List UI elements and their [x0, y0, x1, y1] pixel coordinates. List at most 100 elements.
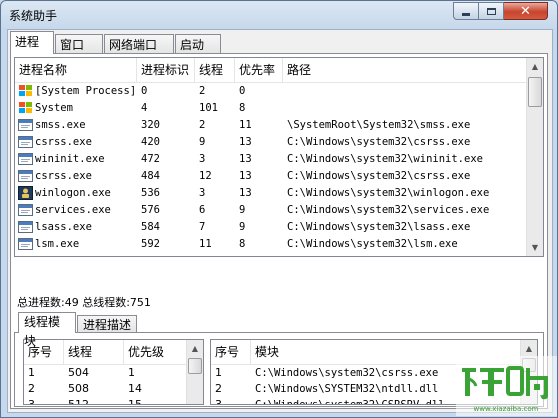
thread-id: 512	[68, 398, 89, 405]
process-name-cell: winlogon.exe	[15, 185, 137, 202]
process-priority: 11	[239, 119, 252, 131]
process-name: lsm.exe	[35, 238, 80, 250]
process-name: winlogon.exe	[35, 187, 111, 199]
watermark-url: www.xiazaiba.com	[474, 405, 539, 413]
process-list-header: 进程名称 进程标识 线程 优先率 路径	[15, 58, 527, 83]
process-path: \SystemRoot\System32\smss.exe	[287, 119, 471, 131]
window-process-icon	[18, 169, 33, 183]
scroll-down-arrow-icon[interactable]: ▼	[527, 239, 543, 256]
scroll-up-arrow-icon[interactable]: ▲	[527, 58, 543, 75]
table-row[interactable]: 2 508 14	[24, 381, 186, 397]
process-priority: 13	[239, 170, 252, 182]
process-name-cell: [System Process]	[15, 83, 137, 100]
column-header-name[interactable]: 进程名称	[15, 58, 137, 82]
thread-priority: 15	[128, 398, 142, 405]
table-row[interactable]: 1 504 1	[24, 365, 186, 381]
subtab-process-description[interactable]: 进程描述	[77, 315, 137, 333]
process-list[interactable]: 进程名称 进程标识 线程 优先率 路径 [System Process] 0 2 0 S…	[14, 57, 544, 257]
column-header-threads[interactable]: 线程	[195, 58, 235, 82]
window-process-icon	[18, 220, 33, 234]
thread-list[interactable]: 序号 线程 优先级 15041250814351215451613 ▲	[23, 339, 204, 405]
column-header-thread-priority[interactable]: 优先级	[124, 340, 187, 364]
maximize-button[interactable]	[479, 2, 504, 20]
tab-startup[interactable]: 启动	[175, 34, 221, 54]
process-name: wininit.exe	[35, 153, 105, 165]
process-pid: 584	[141, 221, 160, 233]
table-row[interactable]: lsass.exe 584 7 9 C:\Windows\system32\lsass.…	[15, 219, 527, 236]
table-row[interactable]: lsm.exe 592 11 8 C:\Windows\system32\lsm.exe	[15, 236, 527, 253]
process-pid: 4	[141, 102, 148, 114]
table-row[interactable]: System 4 101 8	[15, 100, 527, 117]
system-process-icon	[18, 101, 33, 115]
window-process-icon	[18, 135, 33, 149]
thread-priority: 14	[128, 382, 142, 395]
tab-network-ports[interactable]: 网络端口	[104, 34, 174, 54]
process-path: C:\Windows\system32\csrss.exe	[287, 136, 471, 148]
close-icon: ✕	[520, 3, 531, 19]
table-row-partial	[15, 253, 527, 256]
process-pid: 420	[141, 136, 160, 148]
process-name-cell: wininit.exe	[15, 151, 137, 168]
tab-processes[interactable]: 进程	[10, 31, 54, 54]
process-priority: 0	[239, 85, 246, 97]
process-threads: 12	[199, 170, 212, 182]
system-process-icon	[18, 84, 33, 98]
subtab-thread-modules[interactable]: 线程模块	[18, 312, 76, 348]
process-priority: 8	[239, 238, 246, 250]
table-row[interactable]: csrss.exe 420 9 13 C:\Windows\system32\csrss…	[15, 134, 527, 151]
process-priority: 13	[239, 136, 252, 148]
close-button[interactable]: ✕	[504, 2, 548, 20]
tab-windows[interactable]: 窗口	[55, 34, 103, 54]
process-name: [System Process]	[35, 85, 137, 97]
module-index: 2	[215, 382, 222, 395]
table-row[interactable]: csrss.exe 484 12 13 C:\Windows\system32\csrs…	[15, 168, 527, 185]
table-row[interactable]: [System Process] 0 2 0	[15, 83, 527, 100]
thread-id: 508	[68, 382, 89, 395]
minimize-icon	[462, 12, 470, 16]
process-name: System	[35, 102, 73, 114]
window-process-icon	[18, 152, 33, 166]
column-header-thread[interactable]: 线程	[64, 340, 124, 364]
process-name-cell: csrss.exe	[15, 134, 137, 151]
column-header-priority[interactable]: 优先率	[235, 58, 283, 82]
winlogon-process-icon	[18, 186, 33, 200]
process-name: smss.exe	[35, 119, 86, 131]
module-index: 3	[215, 398, 222, 405]
minimize-button[interactable]	[453, 2, 479, 20]
thread-list-vscrollbar[interactable]: ▲	[186, 340, 203, 404]
process-name-cell: lsm.exe	[15, 236, 137, 253]
process-threads: 101	[199, 102, 218, 114]
scroll-up-arrow-icon[interactable]: ▲	[187, 340, 203, 357]
process-threads: 7	[199, 221, 206, 233]
title-bar[interactable]: 系统助手 ✕	[1, 1, 557, 27]
thread-list-header: 序号 线程 优先级	[24, 340, 187, 365]
module-index: 1	[215, 366, 222, 379]
window-process-icon	[18, 203, 33, 217]
process-pid: 0	[141, 85, 148, 97]
process-path: C:\Windows\system32\lsass.exe	[287, 221, 471, 233]
table-row[interactable]: winlogon.exe 536 3 13 C:\Windows\system32\wi…	[15, 185, 527, 202]
process-name-cell: System	[15, 100, 137, 117]
scroll-up-arrow-icon[interactable]: ▲	[521, 340, 537, 357]
table-row[interactable]: 3 512 15	[24, 397, 186, 405]
process-priority: 13	[239, 187, 252, 199]
process-name-cell: lsass.exe	[15, 219, 137, 236]
process-priority: 9	[239, 221, 246, 233]
process-threads: 3	[199, 153, 206, 165]
process-threads: 9	[199, 136, 206, 148]
process-priority: 9	[239, 204, 246, 216]
scroll-thumb[interactable]	[188, 358, 202, 374]
scroll-thumb[interactable]	[528, 77, 542, 107]
process-name: services.exe	[35, 204, 111, 216]
table-row[interactable]: services.exe 576 6 9 C:\Windows\system32\ser…	[15, 202, 527, 219]
table-row[interactable]: wininit.exe 472 3 13 C:\Windows\system32\win…	[15, 151, 527, 168]
process-path: C:\Windows\system32\lsm.exe	[287, 238, 458, 250]
process-path	[283, 100, 527, 117]
table-row[interactable]: smss.exe 320 2 11 \SystemRoot\System32\smss.…	[15, 117, 527, 134]
process-threads: 6	[199, 204, 206, 216]
process-list-vscrollbar[interactable]: ▲ ▼	[526, 58, 543, 256]
column-header-pid[interactable]: 进程标识	[137, 58, 195, 82]
column-header-path[interactable]: 路径	[283, 58, 527, 82]
column-header-module-index[interactable]: 序号	[211, 340, 251, 364]
process-name: csrss.exe	[35, 170, 92, 182]
